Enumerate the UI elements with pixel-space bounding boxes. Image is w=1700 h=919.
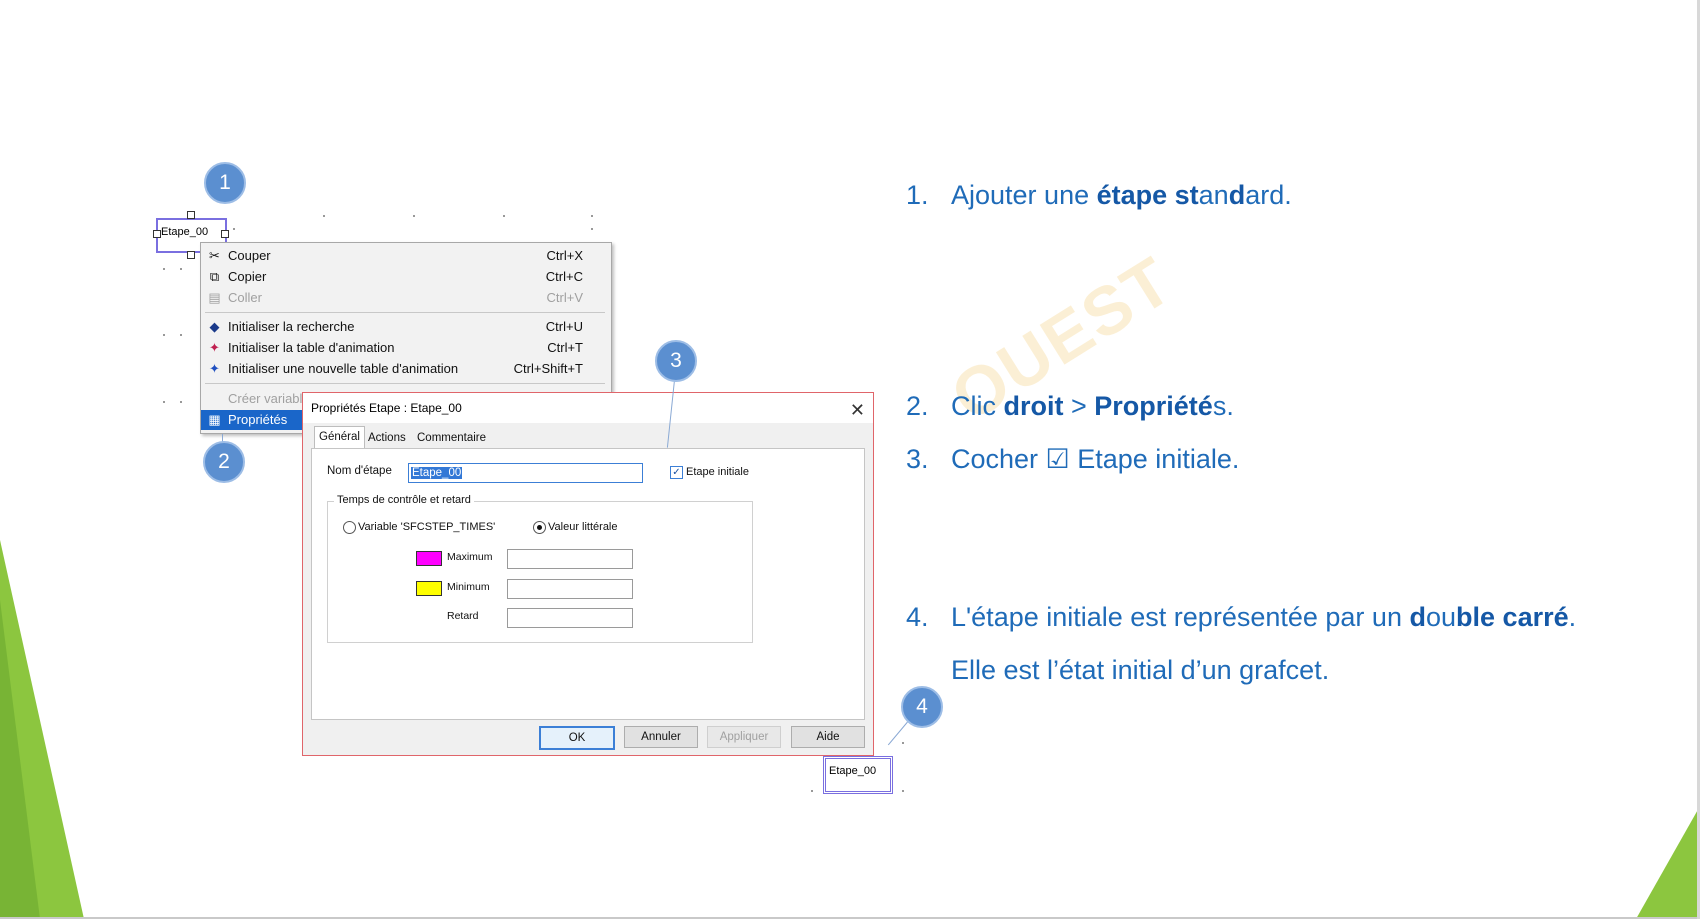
menu-item-init-animation-table[interactable]: ✦ Initialiser la table d'animation Ctrl+… — [201, 338, 611, 358]
paste-icon: ▤ — [208, 290, 221, 305]
properties-icon: ▦ — [208, 412, 221, 427]
resize-handle[interactable] — [187, 251, 195, 259]
delay-field[interactable] — [507, 608, 633, 628]
dialog-title-bar: Propriétés Etape : Etape_00 ✕ — [303, 393, 873, 423]
maximum-color-swatch — [416, 551, 442, 566]
menu-item-label: Créer variabl — [228, 391, 303, 406]
copy-icon: ⧉ — [209, 269, 220, 284]
step-name-label: Nom d'étape — [327, 465, 392, 477]
menu-item-shortcut: Ctrl+V — [546, 290, 583, 305]
initial-step-label: Etape initiale — [686, 466, 749, 478]
scissors-icon: ✂ — [209, 248, 220, 263]
menu-item-shortcut: Ctrl+T — [547, 340, 583, 355]
ok-button[interactable]: OK — [539, 726, 615, 750]
right-green-triangle — [1636, 806, 1700, 919]
menu-item-shortcut: Ctrl+C — [545, 269, 583, 284]
instruction-number: 1. — [906, 180, 929, 210]
radio-variable-label: Variable 'SFCSTEP_TIMES' — [358, 521, 496, 533]
instruction-text: L'étape initiale est représentée par un … — [951, 602, 1577, 632]
radio-literal[interactable] — [533, 521, 546, 534]
menu-item-label: Coller — [228, 290, 262, 305]
maximum-label: Maximum — [447, 551, 493, 563]
tab-general[interactable]: Général — [314, 426, 365, 449]
resize-handle[interactable] — [187, 211, 195, 219]
step-name-field[interactable]: Etape_00 — [408, 463, 643, 483]
step-box-label: Etape_00 — [161, 226, 209, 238]
menu-item-label: Couper — [228, 248, 271, 263]
instruction-text: Ajouter une étape standard. — [951, 180, 1292, 210]
menu-separator — [205, 383, 605, 384]
initial-step-checkbox[interactable]: ✓ — [670, 466, 683, 479]
instruction-number: 4. — [906, 602, 929, 632]
tab-actions[interactable]: Actions — [364, 428, 410, 448]
general-panel: Nom d'étape Etape_00 ✓ Etape initiale Te… — [311, 448, 865, 720]
instruction-number: 2. — [906, 391, 929, 421]
close-icon[interactable]: ✕ — [850, 395, 865, 425]
resize-handle[interactable] — [153, 230, 161, 238]
instruction-text: Elle est l’état initial d’un grafcet. — [951, 655, 1330, 685]
maximum-field[interactable] — [507, 549, 633, 569]
slide: OUEST Etape_00 1 ✂ Couper Ctrl+X ⧉ Copie… — [0, 0, 1700, 919]
callout-1: 1 — [204, 162, 246, 204]
instruction-text: Clic droit > Propriétés. — [951, 391, 1234, 421]
radio-literal-label: Valeur littérale — [548, 521, 618, 533]
minimum-color-swatch — [416, 581, 442, 596]
initial-step-box[interactable]: Etape_00 — [823, 756, 893, 794]
search-init-icon: ◆ — [209, 319, 220, 334]
delay-label: Retard — [447, 610, 479, 622]
callout-4: 4 — [901, 686, 943, 728]
menu-item-init-search[interactable]: ◆ Initialiser la recherche Ctrl+U — [201, 317, 611, 337]
instruction-text: Cocher ☑ Etape initiale. — [951, 444, 1240, 474]
resize-handle[interactable] — [221, 230, 229, 238]
menu-item-label: Copier — [228, 269, 267, 284]
cancel-button[interactable]: Annuler — [624, 726, 698, 748]
callout-2: 2 — [203, 441, 245, 483]
menu-item-label: Initialiser une nouvelle table d'animati… — [228, 361, 459, 376]
dialog-title: Propriétés Etape : Etape_00 — [311, 401, 462, 415]
tab-commentaire[interactable]: Commentaire — [413, 428, 490, 448]
callout-4-line — [887, 721, 908, 746]
instruction-number: 3. — [906, 444, 929, 474]
menu-item-shortcut: Ctrl+Shift+T — [513, 361, 583, 376]
animation-table-icon: ✦ — [209, 340, 220, 355]
menu-item-label: Initialiser la table d'animation — [228, 340, 395, 355]
menu-item-shortcut: Ctrl+X — [546, 248, 583, 263]
menu-item-copier[interactable]: ⧉ Copier Ctrl+C — [201, 267, 611, 287]
menu-item-label: Propriétés — [228, 412, 288, 427]
minimum-field[interactable] — [507, 579, 633, 599]
new-animation-table-icon: ✦ — [209, 361, 220, 376]
properties-dialog: Propriétés Etape : Etape_00 ✕ Général Ac… — [302, 392, 874, 756]
timing-group-label: Temps de contrôle et retard — [334, 494, 474, 506]
menu-separator — [205, 312, 605, 313]
menu-item-label: Initialiser la recherche — [228, 319, 355, 334]
callout-3: 3 — [655, 340, 697, 382]
menu-item-init-new-animation-table[interactable]: ✦ Initialiser une nouvelle table d'anima… — [201, 359, 611, 379]
menu-item-coller: ▤ Coller Ctrl+V — [201, 288, 611, 308]
left-green-triangle — [0, 540, 84, 919]
menu-item-shortcut: Ctrl+U — [545, 319, 583, 334]
radio-variable[interactable] — [343, 521, 356, 534]
apply-button: Appliquer — [707, 726, 781, 748]
initial-step-label: Etape_00 — [829, 765, 877, 777]
step-name-value: Etape_00 — [411, 467, 463, 479]
help-button[interactable]: Aide — [791, 726, 865, 748]
menu-item-couper[interactable]: ✂ Couper Ctrl+X — [201, 246, 611, 266]
minimum-label: Minimum — [447, 581, 490, 593]
